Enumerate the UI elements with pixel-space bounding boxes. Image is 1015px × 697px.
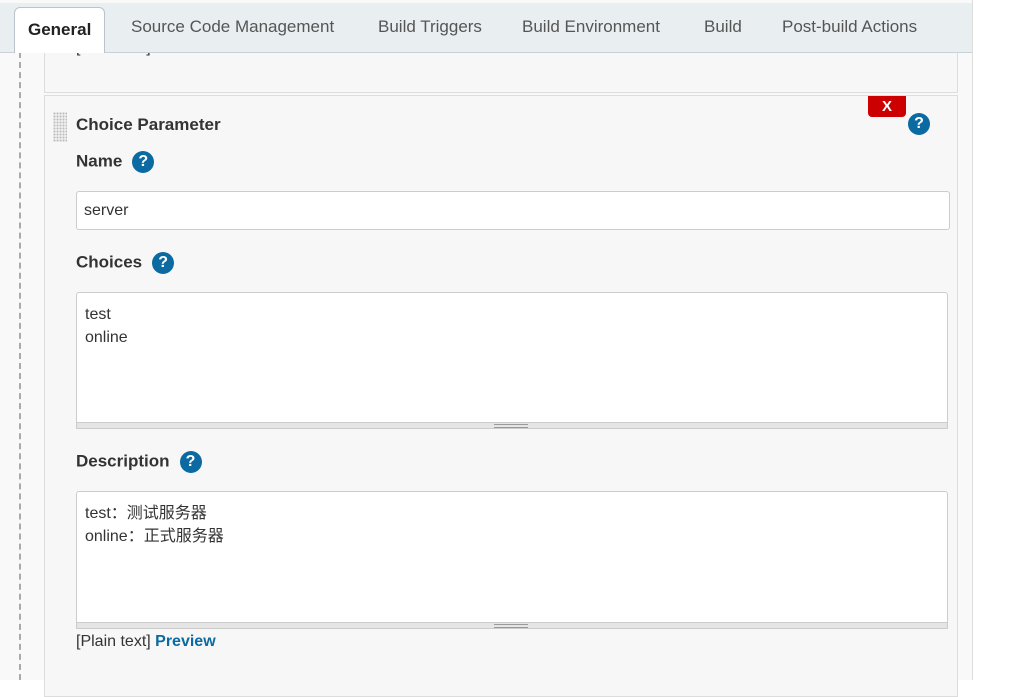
tab-source-code-management[interactable]: Source Code Management: [131, 3, 334, 50]
name-help-icon[interactable]: ?: [132, 151, 155, 173]
description-resize-handle[interactable]: [76, 623, 948, 629]
drag-handle[interactable]: [53, 112, 67, 142]
choices-textarea[interactable]: test online: [76, 292, 948, 423]
description-textarea[interactable]: test：测试服务器 online：正式服务器: [76, 491, 948, 623]
tab-general[interactable]: General: [14, 7, 106, 53]
tab-build-environment[interactable]: Build Environment: [522, 3, 660, 50]
description-help-icon[interactable]: ?: [179, 451, 202, 473]
choice-parameter-block: Choice Parameter X ? Name? server Choice…: [44, 95, 958, 697]
name-input[interactable]: server: [76, 191, 950, 230]
preview-link[interactable]: Preview: [155, 633, 215, 650]
choices-help-icon[interactable]: ?: [152, 252, 175, 274]
section-dashed-line: [19, 52, 21, 680]
tab-bar: General Source Code Management Build Tri…: [0, 3, 972, 53]
help-icon[interactable]: ?: [908, 113, 930, 135]
plain-text-label: [Plain text]: [76, 633, 151, 650]
block-title: Choice Parameter: [76, 115, 221, 134]
tab-post-build-actions[interactable]: Post-build Actions: [782, 3, 917, 50]
main-panel: General Source Code Management Build Tri…: [0, 0, 973, 697]
tab-build[interactable]: Build: [704, 3, 742, 50]
choices-label: Choices: [76, 252, 143, 272]
tab-build-triggers[interactable]: Build Triggers: [378, 3, 482, 50]
description-label: Description: [76, 451, 170, 471]
delete-button[interactable]: X: [868, 96, 906, 117]
name-label: Name: [76, 151, 123, 171]
choices-resize-handle[interactable]: [76, 423, 948, 429]
